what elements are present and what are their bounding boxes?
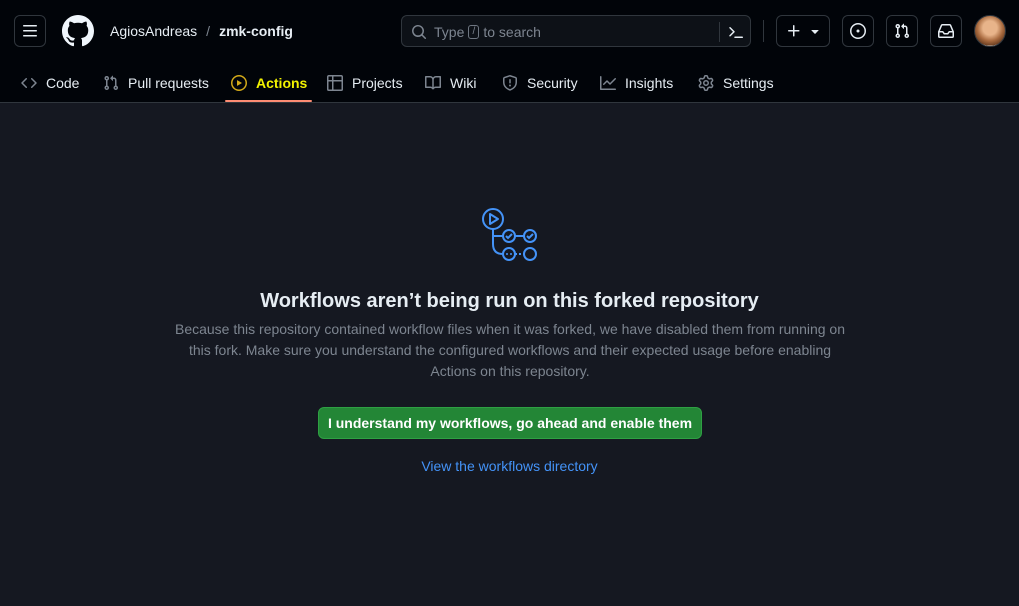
inbox-button[interactable] (930, 15, 962, 47)
repo-name-link[interactable]: zmk-config (219, 22, 293, 40)
graph-icon (600, 75, 616, 90)
table-icon (327, 74, 343, 91)
workflow-icon (482, 208, 537, 261)
hamburger-menu-button[interactable] (14, 15, 46, 47)
tab-actions[interactable]: Actions (231, 62, 307, 103)
triangle-down-icon (811, 30, 819, 34)
tab-label: Pull requests (128, 74, 209, 91)
user-avatar[interactable] (974, 15, 1006, 47)
top-bar: AgiosAndreas / zmk-config Type / to sear… (0, 0, 1019, 62)
header-divider (763, 20, 764, 42)
search-input[interactable]: Type / to search (401, 15, 751, 47)
slash-key-hint: / (468, 25, 480, 39)
active-tab-underline (225, 100, 312, 102)
github-logo-icon[interactable] (62, 15, 94, 47)
issues-button[interactable] (842, 15, 874, 47)
tab-label: Security (527, 74, 578, 91)
tab-security[interactable]: Security (502, 62, 578, 103)
issue-opened-icon (850, 23, 866, 39)
plus-icon (788, 25, 800, 37)
description-line: Because this repository contained workfl… (174, 321, 845, 337)
blankslate-description: Because this repository contained workfl… (170, 319, 850, 382)
repo-nav-tabs: Code Pull requests Actions Projects Wiki… (0, 62, 1019, 103)
view-workflows-directory-link[interactable]: View the workflows directory (0, 457, 1019, 475)
search-placeholder-suffix: to search (483, 24, 541, 40)
enable-workflows-button[interactable]: I understand my workflows, go ahead and … (318, 407, 702, 439)
description-line: this fork. Make sure you understand the … (188, 342, 832, 358)
tab-wiki[interactable]: Wiki (425, 62, 476, 103)
tab-settings[interactable]: Settings (698, 62, 774, 103)
tab-label: Wiki (450, 74, 477, 91)
breadcrumb-separator: / (206, 23, 211, 39)
search-placeholder-prefix: Type (434, 24, 465, 40)
blankslate-heading: Workflows aren’t being run on this forke… (260, 290, 759, 312)
book-icon (425, 75, 441, 89)
tab-pull-requests[interactable]: Pull requests (103, 62, 209, 103)
description-line: Actions on this repository. (430, 363, 590, 379)
tab-insights[interactable]: Insights (600, 62, 673, 103)
search-icon (412, 25, 427, 40)
inbox-icon (938, 24, 954, 38)
command-palette-icon[interactable] (728, 24, 744, 40)
tab-code[interactable]: Code (21, 62, 79, 103)
tab-label: Insights (625, 74, 674, 91)
tab-label: Code (46, 74, 80, 91)
repo-owner-link[interactable]: AgiosAndreas (110, 22, 197, 40)
pull-requests-button[interactable] (886, 15, 918, 47)
code-icon (21, 77, 37, 88)
tab-label: Projects (352, 74, 403, 91)
tab-label: Actions (256, 74, 308, 91)
hamburger-icon (23, 25, 37, 37)
gear-icon (698, 74, 714, 91)
play-circle-icon (231, 74, 247, 91)
tab-label: Settings (723, 74, 774, 91)
repo-header: AgiosAndreas / zmk-config Type / to sear… (0, 0, 1019, 103)
breadcrumb: AgiosAndreas / zmk-config (110, 22, 293, 40)
pull-request-icon (104, 75, 119, 90)
shield-icon (503, 74, 517, 91)
git-pull-request-icon (895, 23, 910, 39)
create-new-button[interactable] (776, 15, 830, 47)
search-placeholder: Type / to search (434, 24, 541, 40)
search-divider (719, 22, 720, 42)
tab-projects[interactable]: Projects (327, 62, 403, 103)
